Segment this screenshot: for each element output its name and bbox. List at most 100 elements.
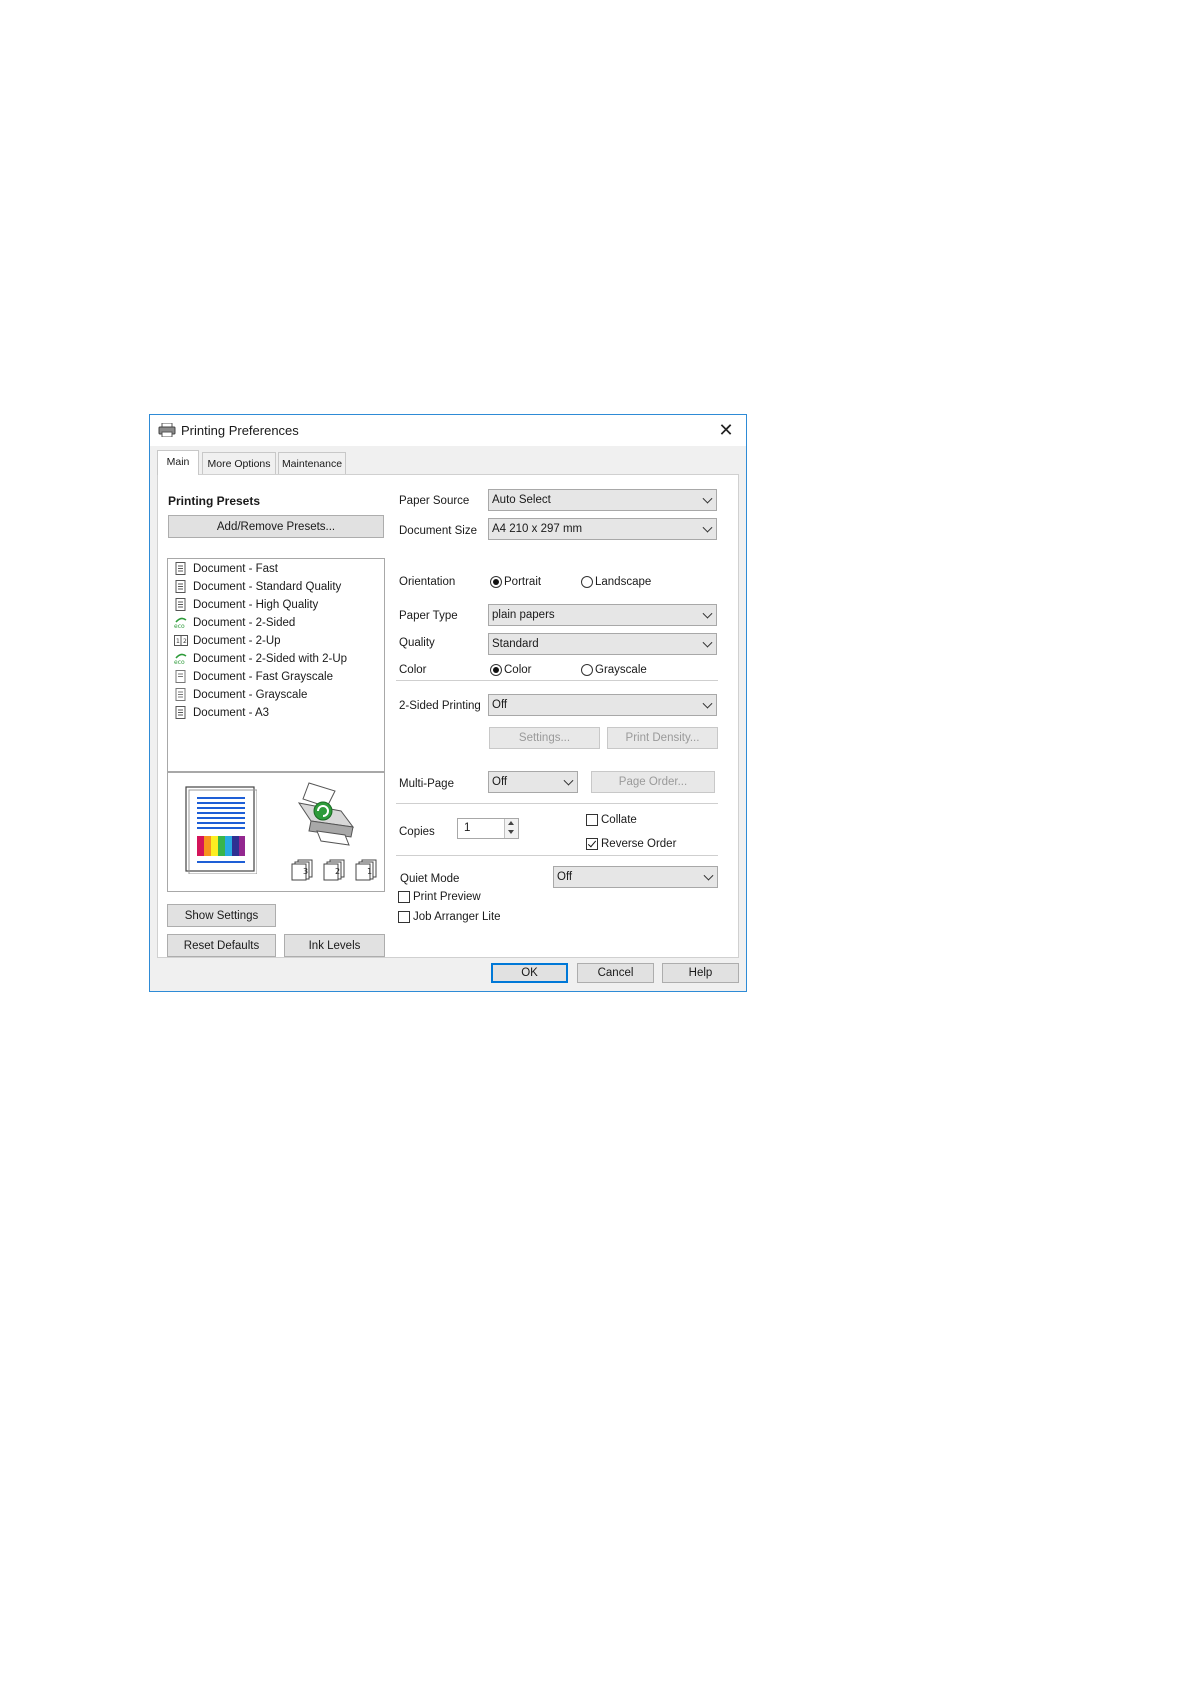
page-order-button[interactable]: Page Order... <box>591 771 715 793</box>
quiet-mode-value: Off <box>557 871 573 883</box>
preset-label: Document - High Quality <box>193 598 319 611</box>
collate-checkbox[interactable] <box>586 814 598 826</box>
preset-label: Document - Fast Grayscale <box>193 670 333 683</box>
landscape-radio[interactable] <box>581 576 593 588</box>
page-preview-icon <box>185 786 257 874</box>
multi-page-label: Multi-Page <box>399 778 454 790</box>
two-sided-printing-label: 2-Sided Printing <box>399 700 481 712</box>
close-button[interactable]: ✕ <box>712 418 740 442</box>
job-arranger-lite-checkbox[interactable] <box>398 911 410 923</box>
cancel-button[interactable]: Cancel <box>577 963 654 983</box>
paper-type-select[interactable]: plain papers <box>488 604 717 626</box>
copies-spin[interactable] <box>504 819 518 838</box>
document-icon <box>174 562 187 575</box>
reverse-order-label: Reverse Order <box>601 838 677 850</box>
list-item[interactable]: 12 Document - 2-Up <box>174 632 281 649</box>
help-button[interactable]: Help <box>662 963 739 983</box>
orientation-label: Orientation <box>399 576 456 588</box>
color-label: Color <box>399 664 427 676</box>
list-item[interactable]: eco Document - 2-Sided with 2-Up <box>174 650 347 667</box>
reverse-order-checkbox[interactable] <box>586 838 598 850</box>
copies-stepper[interactable]: 1 <box>457 818 519 839</box>
portrait-radio[interactable] <box>490 576 502 588</box>
list-item[interactable]: Document - Grayscale <box>174 686 307 703</box>
preset-label: Document - Fast <box>193 562 278 575</box>
reset-defaults-button[interactable]: Reset Defaults <box>167 934 276 957</box>
document-icon <box>174 706 187 719</box>
tab-main[interactable]: Main <box>157 450 199 475</box>
divider <box>396 803 718 804</box>
color-option-label: Color <box>504 664 532 676</box>
eco-icon: eco <box>174 652 187 666</box>
chevron-down-icon <box>563 775 574 786</box>
chevron-down-icon <box>702 608 713 619</box>
copies-value: 1 <box>464 822 471 834</box>
svg-text:eco: eco <box>174 659 185 665</box>
two-sided-printing-select[interactable]: Off <box>488 694 717 716</box>
quiet-mode-label: Quiet Mode <box>400 873 460 885</box>
copy-2-icon: 2 <box>323 859 345 881</box>
chevron-down-icon <box>702 637 713 648</box>
grayscale-radio[interactable] <box>581 664 593 676</box>
copies-label: Copies <box>399 826 435 838</box>
preset-label: Document - 2-Up <box>193 634 281 647</box>
print-preview-panel: 3 2 1 <box>167 772 385 892</box>
two-sided-value: Off <box>492 699 508 711</box>
svg-text:eco: eco <box>174 623 185 629</box>
chevron-down-icon <box>702 698 713 709</box>
multi-page-value: Off <box>492 776 508 788</box>
multi-page-select[interactable]: Off <box>488 771 578 793</box>
preset-label: Document - Grayscale <box>193 688 308 701</box>
up-arrow-icon[interactable] <box>508 821 514 825</box>
printer-icon <box>158 423 176 437</box>
ok-button[interactable]: OK <box>491 963 568 983</box>
preset-label: Document - 2-Sided with 2-Up <box>193 652 348 665</box>
document-icon <box>174 598 187 611</box>
preset-label: Document - 2-Sided <box>193 616 296 629</box>
show-settings-button[interactable]: Show Settings <box>167 904 276 927</box>
quality-label: Quality <box>399 637 435 649</box>
two-sided-settings-button[interactable]: Settings... <box>489 727 600 749</box>
document-size-value: A4 210 x 297 mm <box>492 523 583 535</box>
paper-source-label: Paper Source <box>399 495 470 507</box>
list-item[interactable]: Document - Standard Quality <box>174 578 341 595</box>
add-remove-presets-button[interactable]: Add/Remove Presets... <box>168 515 384 538</box>
grayscale-label: Grayscale <box>595 664 647 676</box>
eco-icon: eco <box>174 616 187 630</box>
list-item[interactable]: Document - A3 <box>174 704 269 721</box>
preset-label: Document - A3 <box>193 706 270 719</box>
paper-source-select[interactable]: Auto Select <box>488 489 717 511</box>
divider <box>396 855 718 856</box>
tab-maintenance[interactable]: Maintenance <box>278 452 346 474</box>
close-icon: ✕ <box>718 419 734 440</box>
ink-levels-button[interactable]: Ink Levels <box>284 934 385 957</box>
chevron-down-icon <box>702 522 713 533</box>
list-item[interactable]: Document - Fast Grayscale <box>174 668 333 685</box>
document-icon <box>174 688 187 701</box>
copy-1-icon: 1 <box>355 859 377 881</box>
paper-source-value: Auto Select <box>492 494 551 506</box>
quality-select[interactable]: Standard <box>488 633 717 655</box>
presets-list[interactable]: Document - Fast Document - Standard Qual… <box>167 558 385 772</box>
printer-output-icon <box>297 782 355 846</box>
divider <box>396 680 718 681</box>
two-up-icon: 12 <box>174 634 188 647</box>
document-size-label: Document Size <box>399 525 477 537</box>
list-item[interactable]: Document - Fast <box>174 560 278 577</box>
down-arrow-icon[interactable] <box>508 830 514 834</box>
tab-more-options[interactable]: More Options <box>202 452 276 474</box>
svg-text:2: 2 <box>183 638 187 645</box>
quiet-mode-select[interactable]: Off <box>553 866 718 888</box>
list-item[interactable]: eco Document - 2-Sided <box>174 614 295 631</box>
print-density-button[interactable]: Print Density... <box>607 727 718 749</box>
svg-text:3: 3 <box>303 867 308 876</box>
svg-text:2: 2 <box>335 867 340 876</box>
window-title: Printing Preferences <box>181 423 299 438</box>
print-preview-checkbox[interactable] <box>398 891 410 903</box>
list-item[interactable]: Document - High Quality <box>174 596 318 613</box>
document-size-select[interactable]: A4 210 x 297 mm <box>488 518 717 540</box>
print-preview-label: Print Preview <box>413 891 481 903</box>
portrait-label: Portrait <box>504 576 542 588</box>
document-icon <box>174 580 187 593</box>
color-radio[interactable] <box>490 664 502 676</box>
